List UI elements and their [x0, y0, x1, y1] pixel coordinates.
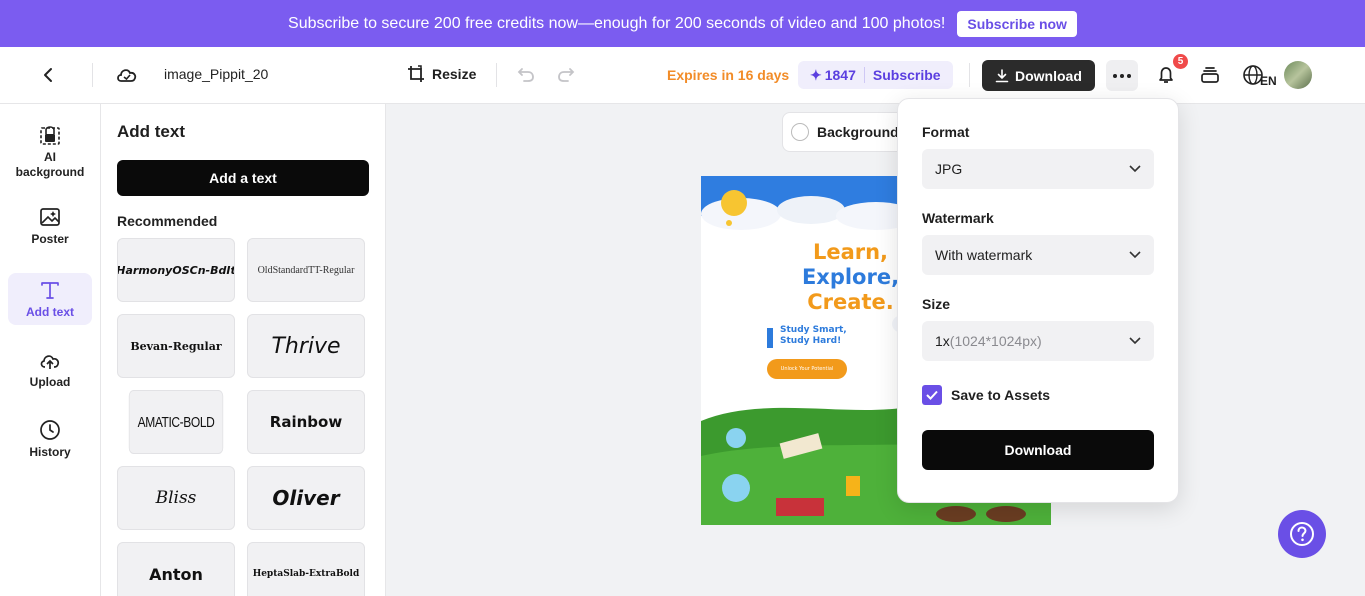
size-select[interactable]: 1x(1024*1024px) [922, 321, 1154, 361]
recommended-label: Recommended [117, 213, 218, 229]
banner-text: Subscribe to secure 200 free credits now… [288, 14, 946, 32]
poster-cta: Unlock Your Potential [780, 366, 834, 372]
sidebar-item-label: History [29, 445, 71, 459]
credits-count: 1847 [824, 67, 856, 83]
font-tile[interactable]: Thrive [247, 314, 365, 378]
font-tile[interactable]: HeptaSlab-ExtraBold [247, 542, 365, 596]
redo-icon[interactable] [550, 59, 582, 91]
chevron-down-icon [1129, 251, 1141, 259]
stack-icon[interactable] [1194, 59, 1226, 91]
subscribe-link[interactable]: Subscribe [873, 67, 941, 83]
font-tile[interactable]: AMATIC-BOLD [128, 390, 224, 454]
save-to-assets-label: Save to Assets [951, 387, 1051, 403]
divider [496, 63, 497, 87]
size-label: Size [922, 296, 951, 312]
left-sidebar: AI background Poster Add text Upload His… [0, 104, 101, 596]
font-tile[interactable]: Anton [117, 542, 235, 596]
resize-label: Resize [432, 66, 477, 82]
help-button[interactable] [1278, 510, 1326, 558]
sidebar-item-label: Poster [31, 232, 69, 246]
background-label: Background [817, 124, 899, 140]
font-tile[interactable]: Bevan-Regular [117, 314, 235, 378]
poster-tagline-2: Study Hard! [780, 336, 842, 346]
poster-tagline-1: Study Smart, [780, 325, 847, 335]
font-tile[interactable]: Rainbow [247, 390, 365, 454]
divider [969, 63, 970, 87]
watermark-select[interactable]: With watermark [922, 235, 1154, 275]
subscribe-now-button[interactable]: Subscribe now [957, 10, 1077, 37]
language-selector[interactable]: EN [1242, 62, 1277, 88]
background-swatch-icon [791, 123, 809, 141]
sidebar-item-label: Upload [29, 375, 71, 389]
size-value: 1x [935, 333, 950, 349]
resize-button[interactable]: Resize [406, 64, 476, 84]
credits-badge[interactable]: ✦ 1847 Subscribe [798, 61, 953, 89]
promo-banner: Subscribe to secure 200 free credits now… [0, 0, 1365, 47]
sidebar-item-label: AI background [15, 150, 85, 179]
sidebar-item-upload[interactable]: Upload [8, 345, 92, 395]
chevron-down-icon [1129, 337, 1141, 345]
cloud-icon[interactable] [111, 59, 143, 91]
add-a-text-button[interactable]: Add a text [117, 160, 369, 196]
format-select[interactable]: JPG [922, 149, 1154, 189]
checkmark-icon [926, 390, 938, 400]
sidebar-item-ai-background[interactable]: AI background [8, 116, 92, 186]
add-text-panel: Add text Add a text Recommended HarmonyO… [101, 104, 386, 596]
save-to-assets-checkbox[interactable] [922, 385, 942, 405]
chevron-down-icon [1129, 165, 1141, 173]
download-button[interactable]: Download [982, 60, 1095, 91]
more-options-icon[interactable] [1106, 60, 1138, 91]
poster-icon [40, 208, 60, 226]
font-tile[interactable]: HarmonyOSCn-BdIt [117, 238, 235, 302]
save-to-assets-row[interactable]: Save to Assets [922, 385, 1050, 405]
language-label: EN [1260, 74, 1277, 88]
filename-field[interactable]: image_Pippit_20 [164, 66, 272, 82]
ai-background-icon [40, 126, 60, 145]
upload-icon [40, 355, 60, 369]
watermark-value: With watermark [935, 247, 1033, 263]
panel-title: Add text [117, 122, 185, 141]
poster-tagline: Study Smart, Study Hard! [780, 325, 847, 347]
clock-icon [40, 420, 60, 440]
size-detail: (1024*1024px) [949, 333, 1042, 349]
back-icon[interactable] [32, 59, 64, 91]
download-icon [995, 68, 1009, 82]
top-toolbar: image_Pippit_20 Resize Expires in 16 day… [0, 47, 1365, 104]
sparkle-icon: ✦ [810, 66, 822, 83]
popup-download-button[interactable]: Download [922, 430, 1154, 470]
sidebar-item-poster[interactable]: Poster [8, 200, 92, 252]
download-label: Download [1015, 67, 1082, 84]
format-value: JPG [935, 161, 963, 177]
sidebar-item-history[interactable]: History [8, 413, 92, 465]
canvas-area: Background Learn, Explore, Create. Study… [386, 104, 1365, 596]
sidebar-item-label: Add text [26, 305, 74, 319]
font-tile[interactable]: Oliver [247, 466, 365, 530]
format-label: Format [922, 124, 970, 140]
text-icon [41, 282, 59, 299]
resize-icon [408, 65, 424, 82]
divider [92, 63, 93, 87]
notification-badge: 5 [1173, 54, 1188, 69]
sidebar-item-add-text[interactable]: Add text [8, 273, 92, 325]
notification-bell-icon[interactable]: 5 [1150, 54, 1188, 91]
avatar[interactable] [1284, 61, 1312, 89]
font-tile[interactable]: OldStandardTT-Regular [247, 238, 365, 302]
font-tile[interactable]: Bliss [117, 466, 235, 530]
download-popup: Format JPG Watermark With watermark Size… [897, 98, 1179, 503]
undo-icon[interactable] [510, 59, 542, 91]
watermark-label: Watermark [922, 210, 994, 226]
background-button[interactable]: Background [782, 112, 912, 152]
expiry-notice: Expires in 16 days [667, 67, 790, 83]
question-mark-icon [1290, 522, 1314, 546]
